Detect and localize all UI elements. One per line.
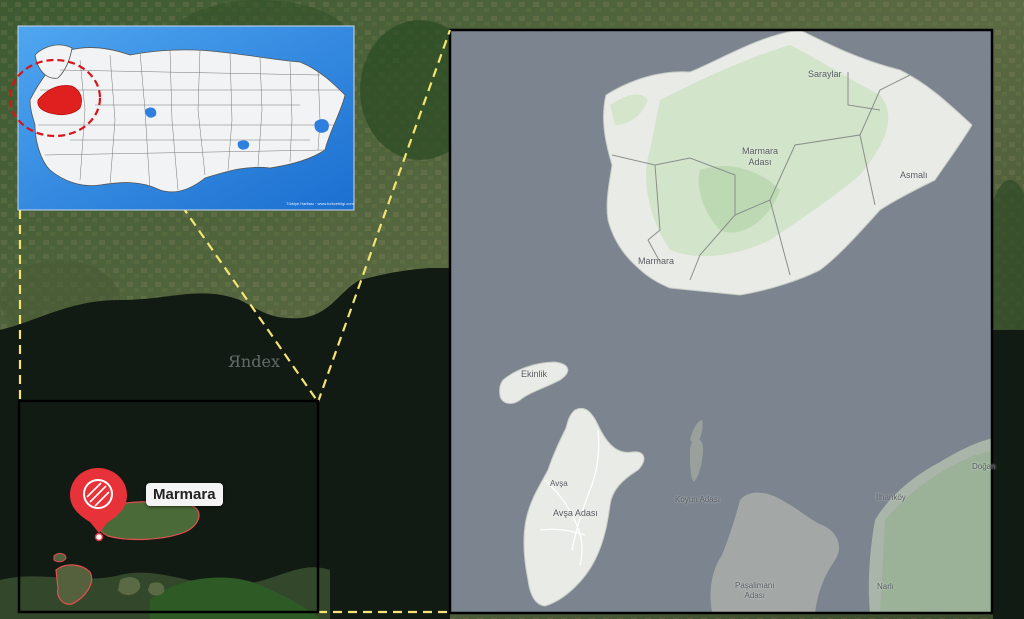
pin-label[interactable]: Marmara [146, 483, 223, 506]
location-pin[interactable] [0, 0, 1024, 619]
map-composite: Saraylar Marmara Adası Asmalı Marmara Ek… [0, 0, 1024, 619]
